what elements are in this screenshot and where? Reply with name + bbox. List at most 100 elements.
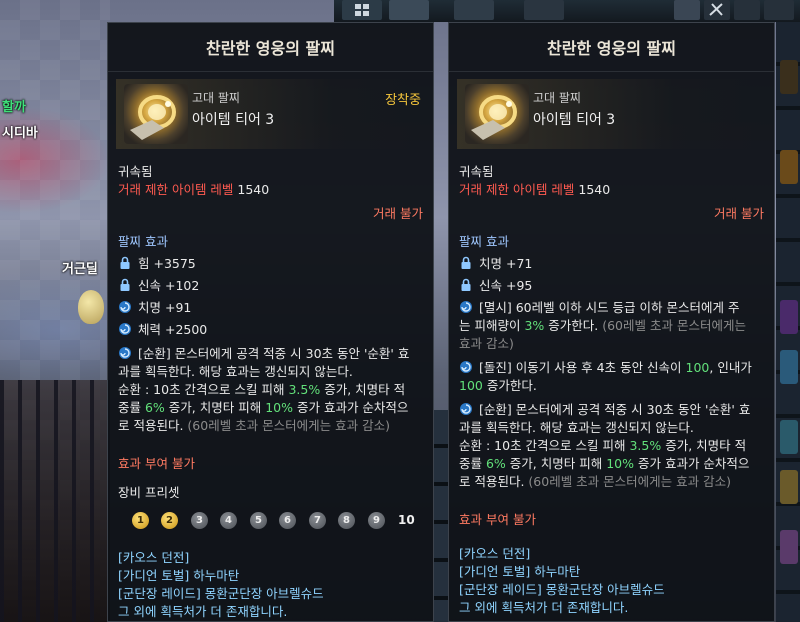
- stat-line: 신속 +102: [118, 277, 423, 295]
- stats-icon[interactable]: [734, 0, 760, 20]
- trade-level-value: 1540: [578, 182, 611, 197]
- swirl-icon: [460, 301, 472, 313]
- special-effect-line: 중률 6% 증가, 치명타 피해 10% 증가 효과가 순차적으: [118, 400, 409, 415]
- inventory-slot[interactable]: [780, 420, 798, 454]
- trade-level: 거래 제한 아이템 레벨 1540: [459, 181, 764, 199]
- special-effect-line: 순환 : 10초 간격으로 스킬 피해 3.5% 증가, 치명타 적: [118, 382, 406, 397]
- item-tooltip-equipped: 찬란한 영웅의 팔찌 고대 팔찌 아이템 티어 3 장착중 귀속됨 거래 제한 …: [107, 22, 434, 622]
- settings-icon[interactable]: [764, 0, 794, 20]
- effects-header: 팔찌 효과: [118, 234, 168, 249]
- preset-9[interactable]: 9: [368, 512, 385, 529]
- effects-header: 팔찌 효과: [459, 234, 509, 249]
- special-effect-line: 순환 : 10초 간격으로 스킬 피해 3.5% 증가, 치명타 적: [459, 438, 747, 453]
- lock-icon: [461, 256, 471, 269]
- preset-10[interactable]: 10: [398, 512, 415, 529]
- character-tab-icon[interactable]: [389, 0, 429, 20]
- grant-effect-status: 효과 부여 불가: [459, 512, 536, 527]
- item-grade: 고대 팔찌: [192, 91, 240, 105]
- special-effect-line: 과를 획득한다. 해당 효과는 갱신되지 않는다.: [118, 364, 353, 379]
- item-header: 고대 팔찌 아이템 티어 3: [457, 79, 766, 149]
- npc-name-label[interactable]: 할까: [2, 96, 26, 115]
- iron-fence: [0, 380, 110, 622]
- special-effect-line: 는 피해량이 3% 증가한다. (60레벨 초과 몬스터에게는: [459, 318, 746, 333]
- special-effect-line: [순환] 몬스터에게 공격 적중 시 30초 동안 '순환' 효: [459, 401, 764, 419]
- grid-view-icon[interactable]: [674, 0, 700, 20]
- item-tier: 아이템 티어 3: [533, 112, 616, 128]
- source-line: [군단장 레이드] 몽환군단장 아브렐슈드: [118, 586, 324, 601]
- special-effect-line: 로 적용된다. (60레벨 초과 몬스터에게는 효과 감소): [118, 418, 390, 433]
- source-line: [가디언 토벌] 하누마탄: [459, 564, 581, 579]
- trade-status: 거래 불가: [373, 206, 423, 221]
- lock-icon: [461, 278, 471, 291]
- lock-icon: [120, 256, 130, 269]
- item-tooltip-compare: 찬란한 영웅의 팔찌 고대 팔찌 아이템 티어 3 귀속됨 거래 제한 아이템 …: [448, 22, 775, 622]
- preset-label: 장비 프리셋: [118, 485, 180, 500]
- special-effect-line: 중률 6% 증가, 치명타 피해 10% 증가 효과가 순차적으: [459, 456, 750, 471]
- inventory-slot[interactable]: [780, 530, 798, 564]
- inventory-slot[interactable]: [780, 60, 798, 94]
- item-header: 고대 팔찌 아이템 티어 3 장착중: [116, 79, 425, 149]
- inventory-slot[interactable]: [780, 470, 798, 504]
- divider: [449, 71, 774, 72]
- trade-level-label: 거래 제한 아이템 레벨: [459, 182, 575, 197]
- swirl-icon: [119, 301, 131, 313]
- source-line: 그 외에 획득처가 더 존재합니다.: [118, 604, 288, 619]
- swirl-icon: [119, 323, 131, 335]
- special-effect-line: 로 적용된다. (60레벨 초과 몬스터에게는 효과 감소): [459, 474, 731, 489]
- special-effect-line: 100 증가한다.: [459, 378, 537, 393]
- stat-line: 치명 +91: [118, 299, 423, 317]
- swirl-icon: [119, 347, 131, 359]
- special-effect-line: [순환] 몬스터에게 공격 적중 시 30초 동안 '순환' 효: [118, 345, 423, 363]
- bracelet-icon: [465, 84, 529, 144]
- preset-8[interactable]: 8: [338, 512, 355, 529]
- menu-grid-icon[interactable]: [342, 0, 382, 20]
- item-name: 찬란한 영웅의 팔찌: [547, 39, 676, 58]
- npc-name-label[interactable]: 거근딜: [62, 258, 98, 277]
- source-line: 그 외에 획득처가 더 존재합니다.: [459, 600, 629, 615]
- npc-name-label[interactable]: 시디바: [2, 122, 38, 141]
- source-line: [카오스 던전]: [118, 550, 190, 565]
- special-effect-line: [돌진] 이동기 사용 후 4초 동안 신속이 100, 인내가: [459, 359, 764, 377]
- special-effect-line: [멸시] 60레벨 이하 시드 등급 이하 몬스터에게 주: [459, 299, 764, 317]
- trade-status: 거래 불가: [714, 206, 764, 221]
- trade-level: 거래 제한 아이템 레벨 1540: [118, 181, 423, 199]
- preset-7[interactable]: 7: [309, 512, 326, 529]
- top-hud-bar: [334, 0, 800, 22]
- bracelet-icon: [124, 84, 188, 144]
- lock-icon: [120, 278, 130, 291]
- divider: [108, 71, 433, 72]
- stat-line: 체력 +2500: [118, 321, 423, 339]
- special-effect-line: 효과 감소): [459, 336, 514, 351]
- preset-5[interactable]: 5: [250, 512, 267, 529]
- source-line: [군단장 레이드] 몽환군단장 아브렐슈드: [459, 582, 665, 597]
- preset-2[interactable]: 2: [161, 512, 178, 529]
- inventory-slot[interactable]: [780, 300, 798, 334]
- preset-4[interactable]: 4: [220, 512, 237, 529]
- item-grade: 고대 팔찌: [533, 91, 581, 105]
- swirl-icon: [460, 361, 472, 373]
- preset-6[interactable]: 6: [279, 512, 296, 529]
- trade-level-value: 1540: [237, 182, 270, 197]
- stat-line: 힘 +3575: [118, 255, 423, 273]
- pet-character: [78, 290, 104, 324]
- inventory-slot[interactable]: [780, 150, 798, 184]
- grant-effect-status: 효과 부여 불가: [118, 456, 195, 471]
- tools-icon[interactable]: [704, 0, 730, 20]
- inventory-tab-icon[interactable]: [454, 0, 494, 20]
- equipped-badge: 장착중: [385, 93, 421, 108]
- inventory-slot[interactable]: [780, 350, 798, 384]
- preset-3[interactable]: 3: [191, 512, 208, 529]
- source-line: [가디언 토벌] 하누마탄: [118, 568, 240, 583]
- bound-status: 귀속됨: [118, 164, 153, 179]
- swirl-icon: [460, 403, 472, 415]
- item-name: 찬란한 영웅의 팔찌: [206, 39, 335, 58]
- card-tab-icon[interactable]: [524, 0, 564, 20]
- trade-level-label: 거래 제한 아이템 레벨: [118, 182, 234, 197]
- item-tier: 아이템 티어 3: [192, 112, 275, 128]
- bound-status: 귀속됨: [459, 164, 494, 179]
- preset-1[interactable]: 1: [132, 512, 149, 529]
- source-line: [카오스 던전]: [459, 546, 531, 561]
- inventory-strip: [434, 410, 448, 622]
- stat-line: 치명 +71: [459, 255, 764, 273]
- special-effect-line: 과를 획득한다. 해당 효과는 갱신되지 않는다.: [459, 420, 694, 435]
